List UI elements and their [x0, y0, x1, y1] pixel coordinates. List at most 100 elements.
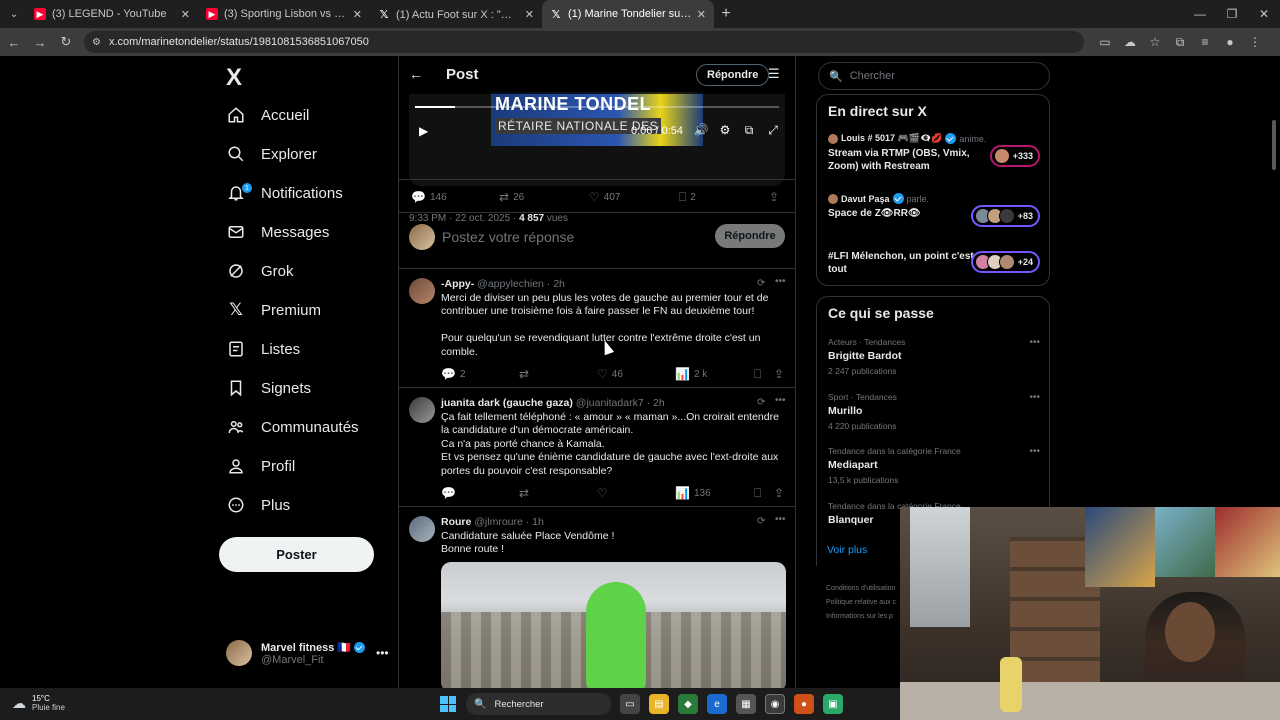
- close-window-icon[interactable]: ✕: [1248, 0, 1280, 28]
- more-dots-icon[interactable]: •••: [376, 646, 389, 660]
- author-name[interactable]: Roure: [441, 516, 471, 528]
- more-dots-icon[interactable]: •••: [1029, 392, 1040, 403]
- nav-item-notifications[interactable]: 1 Notifications: [226, 179, 343, 207]
- author-name[interactable]: -Appy-: [441, 278, 474, 290]
- trend-item[interactable]: Sport · Tendances Murillo 4 220 publicat…: [828, 392, 1040, 431]
- nav-item-home[interactable]: Accueil: [226, 101, 309, 129]
- views-action[interactable]: 📊 2 k: [675, 367, 707, 381]
- forward-arrow-icon[interactable]: →: [28, 30, 52, 54]
- grok-icon[interactable]: ⟳: [757, 278, 765, 289]
- live-participants[interactable]: +24: [970, 251, 1040, 273]
- avatar[interactable]: [409, 516, 435, 542]
- profile-avatar-icon[interactable]: ●: [1219, 31, 1241, 53]
- author-handle[interactable]: @appylechien · 2h: [477, 278, 565, 290]
- avatar[interactable]: [409, 278, 435, 304]
- live-space-item[interactable]: Davut Paşa parle. Space de Z👁RR👁 +83: [828, 193, 1040, 227]
- tab-close-icon[interactable]: ✕: [181, 8, 190, 21]
- author-name[interactable]: juanita dark (gauche gaza): [441, 397, 573, 409]
- live-participants[interactable]: +83: [970, 205, 1040, 227]
- video-progress-bar[interactable]: [415, 106, 779, 108]
- repost-action[interactable]: ⇄: [519, 367, 533, 381]
- footer-link[interactable]: Politique relative aux c: [826, 596, 906, 610]
- extensions-icon[interactable]: ⧉: [1169, 31, 1191, 53]
- url-bar[interactable]: ⚙ x.com/marinetondelier/status/198108153…: [84, 31, 1084, 53]
- tab-close-icon[interactable]: ✕: [697, 8, 706, 21]
- app-icon[interactable]: ▣: [823, 694, 843, 714]
- author-handle[interactable]: @juanitadark7 · 2h: [576, 397, 665, 409]
- like-action[interactable]: ♡: [597, 486, 612, 500]
- fullscreen-icon[interactable]: ⤢: [761, 123, 785, 138]
- maximize-icon[interactable]: ❐: [1216, 0, 1248, 28]
- reply-button[interactable]: Répondre: [696, 64, 770, 86]
- more-dots-icon[interactable]: •••: [1029, 337, 1040, 348]
- video-player[interactable]: MARINE TONDEL RÉTAIRE NATIONALE DES ▶ 0:…: [409, 92, 785, 186]
- star-icon[interactable]: ☆: [1144, 31, 1166, 53]
- browser-tab-1[interactable]: ▶ (3) LEGEND - YouTube ✕: [26, 0, 198, 28]
- play-icon[interactable]: ▶: [419, 124, 428, 138]
- reply-action[interactable]: 💬: [441, 486, 460, 500]
- browser-menu-icon[interactable]: ⋮: [1244, 31, 1266, 53]
- live-space-item[interactable]: Louis # 5017 🎮🎬👁‍🗨💋 anime. Stream via RTM…: [828, 133, 1040, 173]
- footer-link[interactable]: Conditions d'utilisation: [826, 582, 906, 596]
- trend-item[interactable]: Acteurs · Tendances Brigitte Bardot 2 24…: [828, 337, 1040, 376]
- pip-icon[interactable]: ⧉: [737, 123, 761, 138]
- x-logo-icon[interactable]: X: [226, 64, 242, 92]
- task-view-icon[interactable]: ▭: [620, 694, 640, 714]
- grok-icon[interactable]: ⟳: [757, 397, 765, 408]
- reply-action[interactable]: 💬 146: [411, 190, 447, 204]
- back-arrow-icon[interactable]: ←: [409, 66, 423, 82]
- nav-item-lists[interactable]: Listes: [226, 335, 300, 363]
- nav-item-bookmarks[interactable]: Signets: [226, 374, 311, 402]
- tab-close-icon[interactable]: ✕: [525, 8, 534, 21]
- new-tab-icon[interactable]: +: [714, 5, 738, 23]
- weather-widget[interactable]: ☁ 15°C Pluie fine: [12, 694, 65, 712]
- nav-item-profile[interactable]: Profil: [226, 452, 295, 480]
- edge-icon[interactable]: e: [707, 694, 727, 714]
- firefox-icon[interactable]: ●: [794, 694, 814, 714]
- avatar[interactable]: [409, 397, 435, 423]
- reply-submit-button[interactable]: Répondre: [715, 224, 785, 248]
- live-participants[interactable]: +333: [989, 145, 1040, 167]
- taskbar-search[interactable]: 🔍 Rechercher: [466, 693, 611, 715]
- more-dots-icon[interactable]: •••: [775, 276, 786, 287]
- see-more-link[interactable]: Voir plus: [827, 544, 867, 556]
- nav-item-communities[interactable]: Communautés: [226, 413, 359, 441]
- reading-list-icon[interactable]: ≡: [1194, 31, 1216, 53]
- nav-item-grok[interactable]: Grok: [226, 257, 294, 285]
- search-input[interactable]: 🔍 Chercher: [818, 62, 1050, 90]
- account-switcher[interactable]: Marvel fitness 🇫🇷 @Marvel_Fit •••: [226, 640, 389, 666]
- tab-search-chevron-icon[interactable]: ⌄: [2, 2, 26, 26]
- grok-icon[interactable]: ⟳: [757, 516, 765, 527]
- nvidia-icon[interactable]: ◆: [678, 694, 698, 714]
- share-action[interactable]: ⇪: [774, 486, 788, 500]
- reply-action[interactable]: 💬 2: [441, 367, 466, 381]
- video-settings-icon[interactable]: ⚙: [713, 123, 737, 138]
- sliders-icon[interactable]: ☰: [768, 66, 780, 82]
- bookmark-action[interactable]: ⎕ 2: [679, 190, 696, 205]
- site-info-icon[interactable]: ⚙: [92, 37, 101, 48]
- repost-action[interactable]: ⇄ 26: [499, 190, 524, 204]
- post-button[interactable]: Poster: [219, 537, 374, 572]
- reply-input[interactable]: Postez votre réponse: [442, 229, 574, 245]
- share-action[interactable]: ⇪: [774, 367, 788, 381]
- browser-tab-2[interactable]: ▶ (3) Sporting Lisbon vs Marseille ✕: [198, 0, 370, 28]
- share-action[interactable]: ⇪: [769, 190, 783, 204]
- trend-item[interactable]: Tendance dans la catégorie France Mediap…: [828, 446, 1040, 485]
- store-icon[interactable]: ▦: [736, 694, 756, 714]
- footer-link[interactable]: Informations sur les p: [826, 610, 906, 624]
- volume-icon[interactable]: 🔊: [689, 123, 713, 138]
- back-arrow-icon[interactable]: ←: [2, 30, 26, 54]
- like-action[interactable]: ♡ 46: [597, 367, 623, 381]
- bookmark-action[interactable]: ⎕: [754, 486, 765, 501]
- page-scrollbar[interactable]: [1272, 120, 1276, 170]
- bookmark-action[interactable]: ⎕: [754, 367, 765, 382]
- browser-tab-3[interactable]: 𝕏 (1) Actu Foot sur X : "💄 L'OM ✕: [370, 0, 542, 28]
- tab-close-icon[interactable]: ✕: [353, 8, 362, 21]
- more-dots-icon[interactable]: •••: [775, 395, 786, 406]
- more-dots-icon[interactable]: •••: [1029, 446, 1040, 457]
- like-action[interactable]: ♡ 407: [589, 190, 620, 204]
- cast-icon[interactable]: ▭: [1094, 31, 1116, 53]
- browser-tab-4[interactable]: 𝕏 (1) Marine Tondelier sur X : "Ma ✕: [542, 0, 714, 28]
- nav-item-premium[interactable]: 𝕏 Premium: [226, 296, 321, 324]
- install-app-icon[interactable]: ☁: [1119, 31, 1141, 53]
